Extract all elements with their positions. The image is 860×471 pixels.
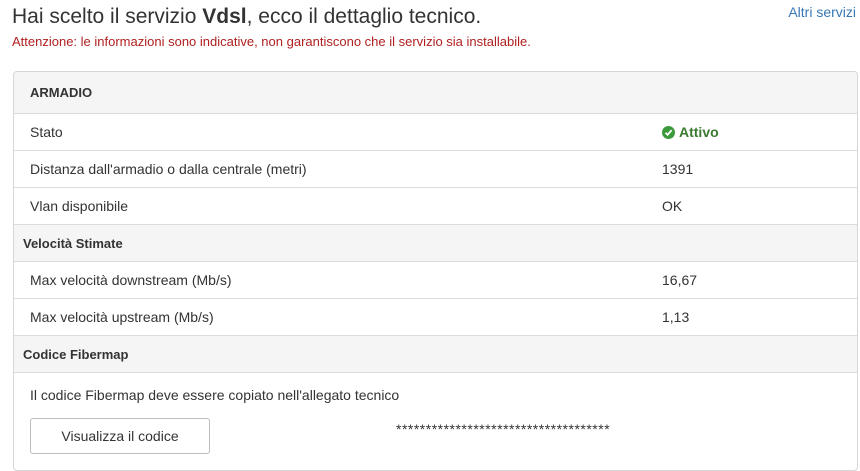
title-service: Vdsl — [202, 5, 247, 28]
section-title: Codice Fibermap — [23, 347, 129, 362]
row-label: Stato — [30, 124, 63, 140]
row-value: OK — [662, 198, 683, 214]
fibermap-note: Il codice Fibermap deve essere copiato n… — [30, 387, 400, 403]
other-services-link[interactable]: Altri servizi — [788, 4, 856, 20]
table-row-vlan: Vlan disponibile OK — [14, 188, 857, 225]
title-prefix: Hai scelto il servizio — [12, 5, 203, 28]
page-title: Hai scelto il servizio Vdsl, ecco il det… — [12, 5, 481, 29]
title-suffix: , ecco il dettaglio tecnico. — [246, 5, 482, 28]
row-value: 1391 — [662, 161, 694, 177]
section-header-fibermap: Codice Fibermap — [14, 336, 857, 373]
table-row-downstream: Max velocità downstream (Mb/s) 16,67 — [14, 262, 857, 299]
technical-details-panel: ARMADIO Stato Attivo Distanza dall'armad… — [13, 71, 858, 471]
show-code-button[interactable]: Visualizza il codice — [30, 418, 210, 454]
row-label: Vlan disponibile — [30, 198, 129, 214]
table-row-stato: Stato Attivo — [14, 114, 857, 151]
panel-header: ARMADIO — [14, 72, 857, 114]
row-value: 1,13 — [662, 309, 690, 325]
panel-title: ARMADIO — [30, 85, 93, 100]
row-label: Distanza dall'armadio o dalla centrale (… — [30, 161, 307, 177]
row-label: Max velocità downstream (Mb/s) — [30, 272, 232, 288]
row-value: 16,67 — [662, 272, 698, 288]
masked-fibermap-code: ************************************ — [396, 421, 611, 437]
section-title: Velocità Stimate — [23, 236, 123, 251]
status-value: Attivo — [662, 114, 719, 151]
status-text: Attivo — [679, 124, 719, 140]
section-header-velocita: Velocità Stimate — [14, 225, 857, 262]
table-row-distanza: Distanza dall'armadio o dalla centrale (… — [14, 151, 857, 188]
row-label: Max velocità upstream (Mb/s) — [30, 309, 214, 325]
check-circle-icon — [662, 126, 675, 139]
warning-message: Attenzione: le informazioni sono indicat… — [12, 34, 531, 49]
table-row-upstream: Max velocità upstream (Mb/s) 1,13 — [14, 299, 857, 336]
fibermap-body: Il codice Fibermap deve essere copiato n… — [14, 373, 857, 470]
